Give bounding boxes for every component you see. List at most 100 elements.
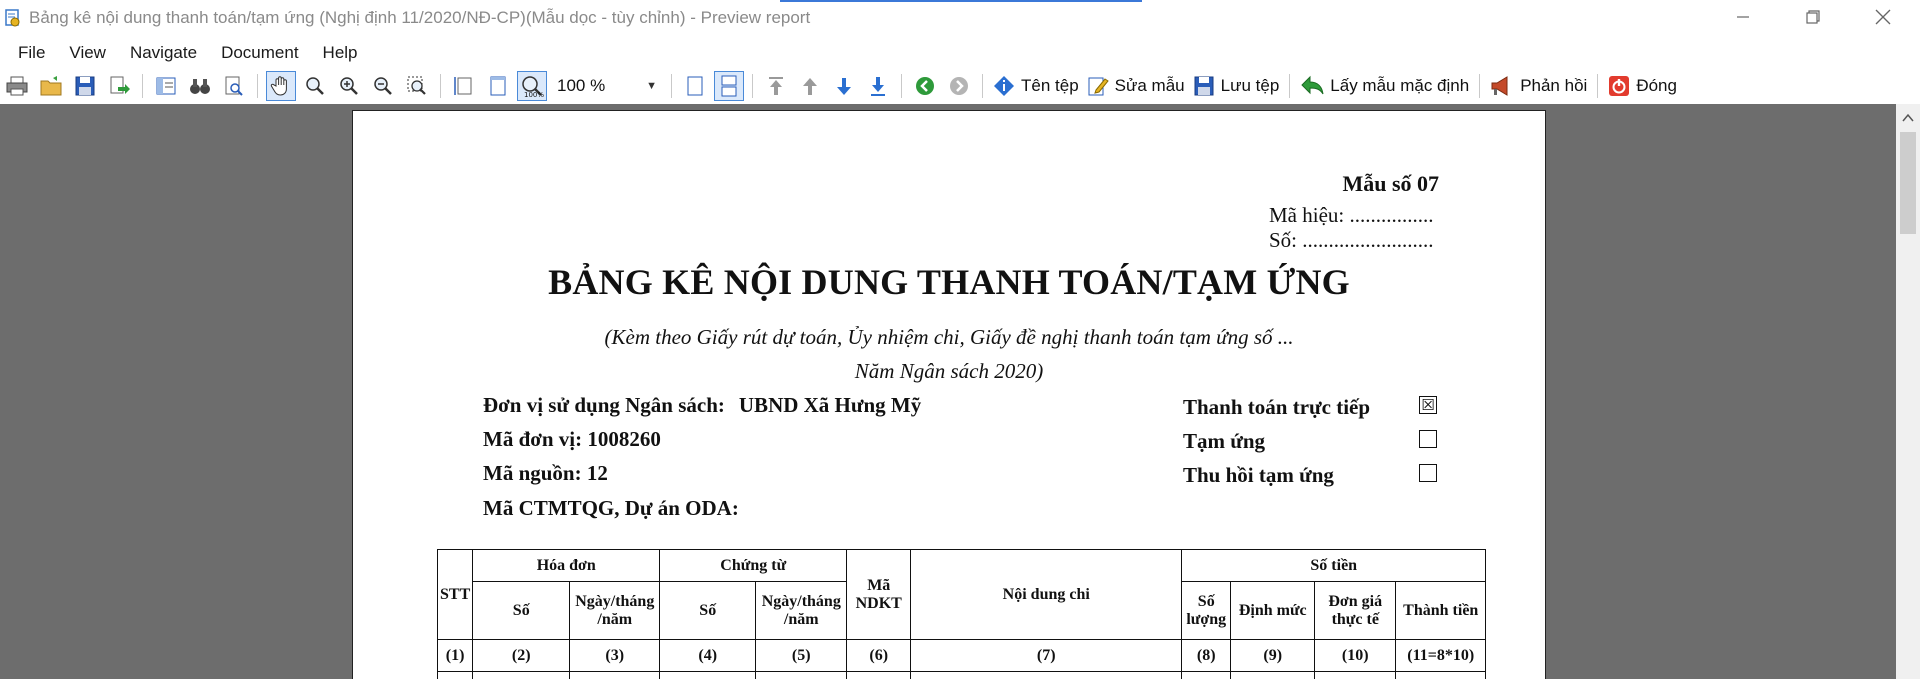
index-row: (1) (2) (3) (4) (5) (6) (7) (8) (9) (10)… xyxy=(436,639,1487,672)
don-vi-row: Đơn vị sử dụng Ngân sách: UBND Xã Hưng Mỹ xyxy=(483,393,921,418)
document-map-icon[interactable] xyxy=(151,71,181,101)
zoom-region-icon[interactable] xyxy=(402,71,432,101)
checkbox-thu-hoi-tam-ung xyxy=(1419,464,1437,482)
document-title: BẢNG KÊ NỘI DUNG THANH TOÁN/TẠM ỨNG xyxy=(548,262,1350,302)
page-width-icon[interactable] xyxy=(449,71,479,101)
vertical-scrollbar[interactable] xyxy=(1896,104,1920,679)
header-chung-tu-so: Số xyxy=(659,581,757,640)
phan-hoi-button[interactable]: Phản hồi xyxy=(1490,75,1587,97)
so-label: Số: ......................... xyxy=(1269,228,1434,252)
ma-nguon: Mã nguồn: 12 xyxy=(483,461,608,485)
back-icon[interactable] xyxy=(910,71,940,101)
forward-icon[interactable] xyxy=(944,71,974,101)
header-don-gia: Đơn giá thực tế xyxy=(1314,581,1397,640)
index-cell: (10) xyxy=(1314,639,1397,672)
window-title: Bảng kê nội dung thanh toán/tạm ứng (Ngh… xyxy=(29,8,811,27)
dong-label: Đóng xyxy=(1636,76,1677,95)
app-report-icon xyxy=(3,8,23,28)
header-dinh-muc: Định mức xyxy=(1230,581,1316,640)
header-chung-tu: Chứng từ xyxy=(659,549,848,582)
save-icon[interactable] xyxy=(70,71,100,101)
checkbox-thanh-toan-truc-tiep: ☒ xyxy=(1419,396,1437,414)
option-thanh-toan-truc-tiep: Thanh toán trực tiếp xyxy=(1183,395,1371,419)
report-preview-area[interactable]: Mẫu số 07 Mã hiệu: ................ Số: … xyxy=(0,104,1896,679)
continuous-page-icon[interactable] xyxy=(714,71,744,101)
print-icon[interactable] xyxy=(2,71,32,101)
luu-tep-button[interactable]: Lưu tệp xyxy=(1193,75,1280,97)
dong-button[interactable]: Đóng xyxy=(1608,75,1677,97)
header-hoa-don-ngay: Ngày/tháng /năm xyxy=(569,581,661,640)
index-cell: (4) xyxy=(659,639,757,672)
header-chung-tu-ngay: Ngày/tháng /năm xyxy=(755,581,848,640)
toolbar-separator xyxy=(1597,74,1599,98)
scroll-up-icon[interactable] xyxy=(1902,110,1914,128)
toolbar-separator xyxy=(142,74,143,98)
lay-mau-mac-dinh-button[interactable]: Lấy mẫu mặc định xyxy=(1300,75,1469,97)
phan-hoi-label: Phản hồi xyxy=(1520,76,1588,95)
ten-tep-button[interactable]: Tên tệp xyxy=(993,75,1079,97)
header-hoa-don: Hóa đơn xyxy=(472,549,661,582)
toolbar-separator xyxy=(671,74,672,98)
sua-mau-button[interactable]: Sửa mẫu xyxy=(1087,75,1185,97)
scrollbar-thumb[interactable] xyxy=(1900,132,1916,234)
whole-page-icon[interactable] xyxy=(483,71,513,101)
toolbar-separator xyxy=(982,74,983,98)
menu-view[interactable]: View xyxy=(57,43,118,63)
option-thu-hoi-tam-ung: Thu hồi tạm ứng xyxy=(1183,463,1334,487)
megaphone-icon xyxy=(1490,75,1514,97)
index-cell: (3) xyxy=(569,639,661,672)
header-thanh-tien: Thành tiền xyxy=(1395,581,1487,640)
header-noi-dung-chi: Nội dung chi xyxy=(910,549,1183,640)
last-page-icon[interactable] xyxy=(863,71,893,101)
window-title-bar[interactable]: Bảng kê nội dung thanh toán/tạm ứng (Ngh… xyxy=(0,0,1920,36)
close-window-button[interactable] xyxy=(1860,0,1906,34)
header-ma-ndkt: Mã NDKT xyxy=(846,549,912,640)
document-subtitle: (Kèm theo Giấy rút dự toán, Ủy nhiệm chi… xyxy=(604,325,1294,349)
edit-template-icon xyxy=(1087,75,1109,97)
next-page-icon[interactable] xyxy=(829,71,859,101)
index-cell: (11=8*10) xyxy=(1395,639,1487,672)
menu-navigate[interactable]: Navigate xyxy=(118,43,209,63)
menu-bar: File View Navigate Document Help xyxy=(0,38,1920,68)
ma-ctmtqg: Mã CTMTQG, Dự án ODA: xyxy=(483,496,739,520)
hand-tool-icon[interactable] xyxy=(266,71,296,101)
restore-button[interactable] xyxy=(1790,0,1836,34)
don-vi-value: UBND Xã Hưng Mỹ xyxy=(738,393,922,417)
option-tam-ung: Tạm ứng xyxy=(1183,429,1266,453)
first-page-icon[interactable] xyxy=(761,71,791,101)
header-so-luong: Số lượng xyxy=(1181,581,1232,640)
search-document-icon[interactable] xyxy=(219,71,249,101)
open-folder-icon[interactable] xyxy=(36,71,66,101)
mau-so-label: Mẫu số 07 xyxy=(1342,171,1439,196)
find-binoculars-icon[interactable] xyxy=(185,71,215,101)
toolbar: 100% 100 % ▼ Tên tệp Sửa mẫu Lưu tệp Lấy… xyxy=(0,68,1920,104)
index-cell: (2) xyxy=(472,639,571,672)
zoom-value: 100 % xyxy=(557,76,606,95)
menu-document[interactable]: Document xyxy=(209,43,310,63)
menu-help[interactable]: Help xyxy=(311,43,370,63)
zoom-in-icon[interactable] xyxy=(334,71,364,101)
toolbar-separator xyxy=(440,74,441,98)
single-page-icon[interactable] xyxy=(680,71,710,101)
header-stt: STT xyxy=(436,549,474,640)
don-vi-label: Đơn vị sử dụng Ngân sách: xyxy=(483,393,725,417)
previous-page-icon[interactable] xyxy=(795,71,825,101)
lay-mau-label: Lấy mẫu mặc định xyxy=(1330,76,1470,95)
zoom-100-icon[interactable]: 100% xyxy=(517,71,547,101)
magnifier-icon[interactable] xyxy=(300,71,330,101)
info-diamond-icon xyxy=(993,75,1015,97)
chevron-down-icon: ▼ xyxy=(646,80,657,92)
zoom-select[interactable]: 100 % ▼ xyxy=(553,73,661,99)
power-icon xyxy=(1608,75,1630,97)
document-budget-year: Năm Ngân sách 2020) xyxy=(854,359,1044,383)
luu-tep-label: Lưu tệp xyxy=(1220,76,1280,95)
minimize-button[interactable] xyxy=(1720,0,1766,34)
report-page: Mẫu số 07 Mã hiệu: ................ Số: … xyxy=(352,110,1546,679)
index-cell: (9) xyxy=(1230,639,1316,672)
menu-file[interactable]: File xyxy=(0,43,57,63)
zoom-out-icon[interactable] xyxy=(368,71,398,101)
ten-tep-label: Tên tệp xyxy=(1021,76,1079,95)
sua-mau-label: Sửa mẫu xyxy=(1114,76,1185,95)
export-icon[interactable] xyxy=(104,71,134,101)
ma-hieu-label: Mã hiệu: ................ xyxy=(1269,203,1434,227)
